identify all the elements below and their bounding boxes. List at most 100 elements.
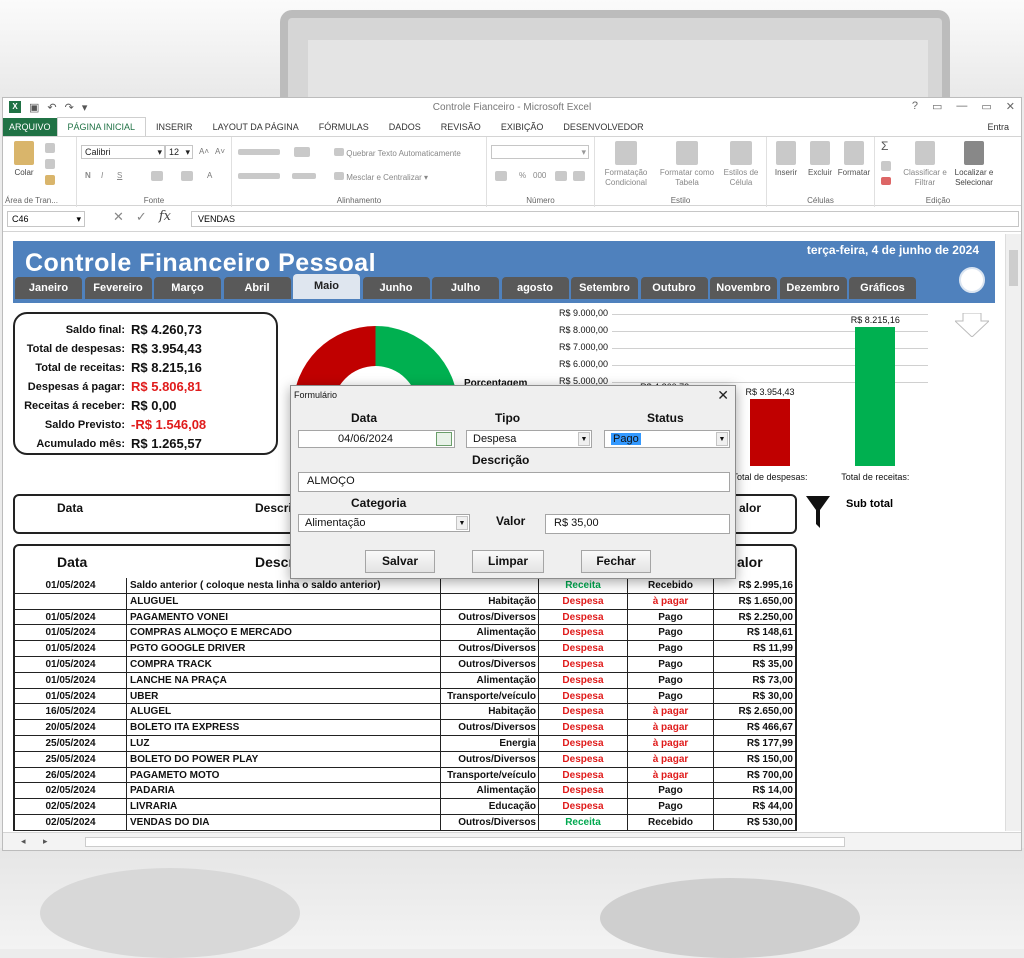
- table-row[interactable]: 26/05/2024 PAGAMETO MOTO Transporte/veícul…: [15, 767, 795, 784]
- table-row[interactable]: 16/05/2024 ALUGEL Habitação Despesa à pagar R…: [15, 704, 795, 721]
- indent-icon[interactable]: [292, 173, 316, 179]
- clear-icon[interactable]: [881, 177, 891, 185]
- table-row[interactable]: 02/05/2024 PADARIA Alimentação Despesa Pago R…: [15, 783, 795, 800]
- grow-font-icon[interactable]: A˄: [199, 147, 209, 157]
- formula-input[interactable]: VENDAS: [191, 211, 1019, 227]
- fill-color-icon[interactable]: [181, 171, 193, 181]
- cancel-icon[interactable]: ✕: [113, 209, 124, 225]
- tab-layout[interactable]: LAYOUT DA PÁGINA: [203, 118, 309, 136]
- tipo-select[interactable]: Despesa ▼: [466, 430, 592, 448]
- sign-in-link[interactable]: Entra: [977, 118, 1019, 136]
- paste-button[interactable]: Colar: [9, 141, 39, 178]
- name-box[interactable]: C46 ▾: [7, 211, 85, 227]
- conditional-format-button[interactable]: Formatação Condicional: [597, 141, 655, 188]
- ribbon-display-button[interactable]: ▭: [932, 100, 942, 113]
- function-icon[interactable]: fx: [159, 209, 171, 225]
- format-painter-icon[interactable]: [45, 175, 55, 185]
- currency-icon[interactable]: [495, 171, 507, 181]
- close-form-button[interactable]: Fechar: [581, 550, 651, 573]
- table-row[interactable]: 25/05/2024 LUZ Energia Despesa à pagar R$ 177…: [15, 735, 795, 752]
- bold-button[interactable]: N: [85, 171, 91, 181]
- horizontal-scroll-thumb[interactable]: [85, 837, 845, 847]
- fill-icon[interactable]: [881, 161, 891, 171]
- find-select-button[interactable]: Localizar e Selecionar: [949, 141, 999, 188]
- clear-button[interactable]: Limpar: [472, 550, 544, 573]
- next-sheet-icon[interactable]: ▸: [43, 836, 48, 847]
- help-button[interactable]: ?: [912, 100, 918, 113]
- down-arrow-icon[interactable]: [955, 313, 989, 337]
- table-row[interactable]: 01/05/2024 COMPRA TRACK Outros/Diversos Des…: [15, 656, 795, 673]
- insert-cells-button[interactable]: Inserir: [769, 141, 803, 178]
- tab-month-julho[interactable]: Julho: [432, 277, 499, 299]
- table-row[interactable]: 25/05/2024 BOLETO DO POWER PLAY Outros/Div…: [15, 751, 795, 768]
- close-button[interactable]: ✕: [1006, 100, 1015, 113]
- save-button[interactable]: Salvar: [365, 550, 435, 573]
- tab-arquivo[interactable]: ARQUIVO: [3, 118, 57, 136]
- delete-cells-button[interactable]: Excluir: [803, 141, 837, 178]
- tab-month-dezembro[interactable]: Dezembro: [779, 277, 847, 299]
- cut-icon[interactable]: [45, 143, 55, 153]
- dialog-close-icon[interactable]: ✕: [717, 387, 729, 404]
- table-row[interactable]: 01/05/2024 PGTO GOOGLE DRIVER Outros/Diver…: [15, 641, 795, 657]
- maximize-button[interactable]: ▭: [981, 100, 991, 113]
- font-name-select[interactable]: Calibri ▾: [81, 145, 165, 159]
- tab-month-grficos[interactable]: Gráficos: [849, 277, 916, 299]
- font-color-icon[interactable]: A: [207, 171, 212, 181]
- copy-icon[interactable]: [45, 159, 55, 169]
- align-top-icon[interactable]: [238, 149, 280, 155]
- enter-icon[interactable]: ✓: [136, 209, 147, 225]
- font-size-select[interactable]: 12 ▾: [165, 145, 193, 159]
- vertical-scrollbar[interactable]: [1005, 234, 1021, 831]
- orientation-icon[interactable]: [294, 147, 310, 157]
- tab-month-maro[interactable]: Março: [154, 277, 221, 299]
- table-row[interactable]: 01/05/2024 PAGAMENTO VONEI Outros/Diversos…: [15, 609, 795, 626]
- tab-month-maio[interactable]: Maio: [293, 274, 360, 299]
- table-row[interactable]: 01/05/2024 UBER Transporte/veículo Despesa P…: [15, 688, 795, 705]
- table-row[interactable]: ALUGUEL Habitação Despesa à pagar R$ 1.650,0…: [15, 593, 795, 610]
- cell-styles-button[interactable]: Estilos de Célula: [719, 141, 763, 188]
- tab-dados[interactable]: DADOS: [379, 118, 431, 136]
- table-row[interactable]: 01/05/2024 Saldo anterior ( coloque nesta…: [15, 578, 795, 594]
- sort-filter-button[interactable]: Classificar e Filtrar: [903, 141, 947, 188]
- thousands-button[interactable]: 000: [533, 171, 546, 181]
- edit-form-icon[interactable]: [959, 267, 985, 293]
- tab-month-setembro[interactable]: Setembro: [571, 277, 638, 299]
- merge-center-button[interactable]: Mesclar e Centralizar ▾: [334, 172, 428, 183]
- tab-month-novembro[interactable]: Novembro: [710, 277, 777, 299]
- tab-formulas[interactable]: FÓRMULAS: [309, 118, 379, 136]
- tab-revisao[interactable]: REVISÃO: [431, 118, 491, 136]
- descricao-field[interactable]: ALMOÇO: [298, 472, 730, 492]
- tab-month-outubro[interactable]: Outubro: [640, 277, 708, 299]
- tab-desenvolvedor[interactable]: DESENVOLVEDOR: [553, 118, 653, 136]
- vertical-scroll-thumb[interactable]: [1009, 250, 1018, 286]
- decimal-increase-icon[interactable]: [555, 171, 567, 181]
- table-row[interactable]: 20/05/2024 BOLETO ITA EXPRESS Outros/Diver…: [15, 720, 795, 736]
- tab-month-junho[interactable]: Junho: [362, 277, 430, 299]
- tab-month-fevereiro[interactable]: Fevereiro: [84, 277, 152, 299]
- table-row[interactable]: 02/05/2024 LIVRARIA Educação Despesa Pago R$ …: [15, 799, 795, 815]
- categoria-select[interactable]: Alimentação ▼: [298, 514, 470, 532]
- table-row[interactable]: 02/05/2024 VENDAS DO DIA Outros/Diversos Re…: [15, 814, 795, 831]
- format-cells-button[interactable]: Formatar: [835, 141, 873, 178]
- borders-icon[interactable]: [151, 171, 163, 181]
- minimize-button[interactable]: —: [956, 100, 967, 113]
- autosum-icon[interactable]: Σ: [881, 140, 888, 152]
- align-left-icon[interactable]: [238, 173, 280, 179]
- status-select[interactable]: Pago ▼: [604, 430, 730, 448]
- tab-inserir[interactable]: INSERIR: [146, 118, 203, 136]
- filter-funnel-icon[interactable]: [806, 496, 830, 528]
- underline-button[interactable]: S: [117, 171, 122, 181]
- italic-button[interactable]: I: [101, 171, 103, 181]
- date-field[interactable]: 04/06/2024: [298, 430, 455, 448]
- shrink-font-icon[interactable]: A˅: [215, 147, 225, 157]
- decimal-decrease-icon[interactable]: [573, 171, 585, 181]
- tab-exibicao[interactable]: EXIBIÇÃO: [491, 118, 554, 136]
- calendar-icon[interactable]: [436, 432, 452, 446]
- tab-month-abril[interactable]: Abril: [223, 277, 291, 299]
- wrap-text-button[interactable]: Quebrar Texto Automaticamente: [334, 148, 461, 159]
- tab-month-agosto[interactable]: agosto: [501, 277, 569, 299]
- prev-sheet-icon[interactable]: ◂: [21, 836, 26, 847]
- format-table-button[interactable]: Formatar como Tabela: [655, 141, 719, 188]
- valor-field[interactable]: R$ 35,00: [545, 514, 730, 534]
- tab-month-janeiro[interactable]: Janeiro: [15, 277, 82, 299]
